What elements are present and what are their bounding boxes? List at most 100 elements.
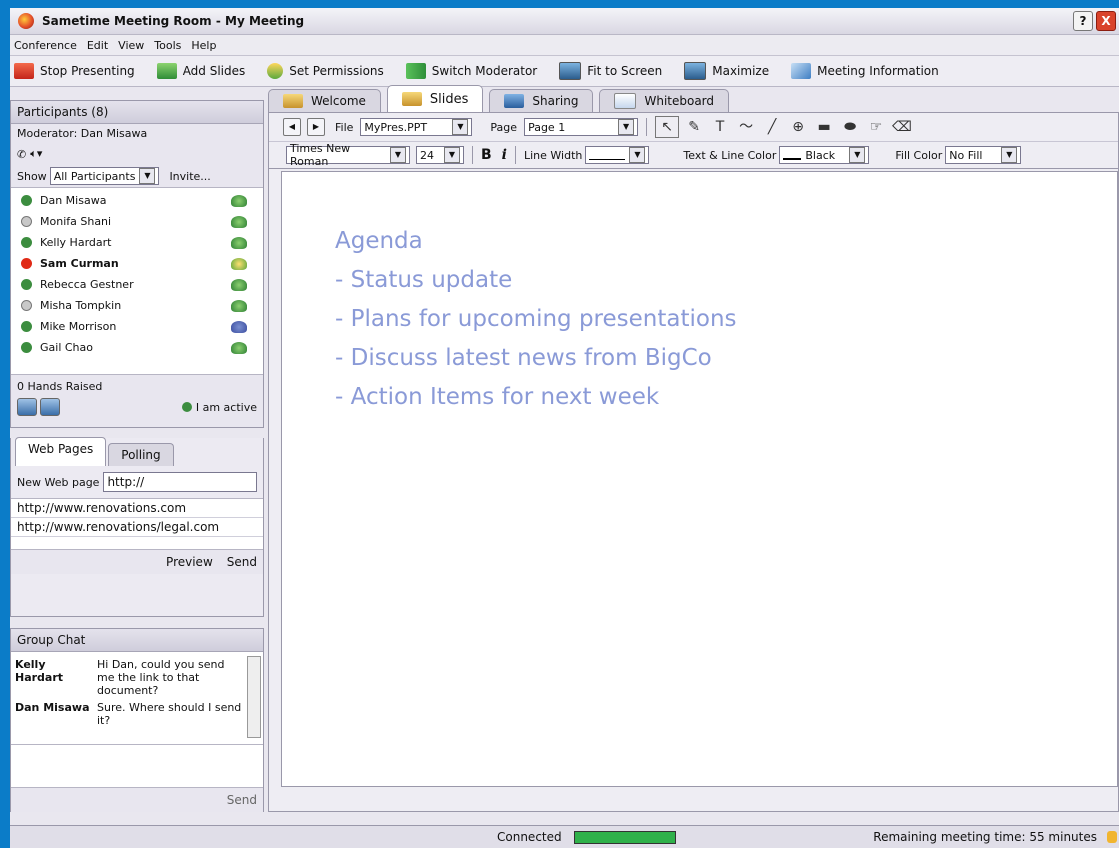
away-user-icon (21, 216, 32, 227)
dnd-user-icon (21, 258, 32, 269)
phone-icon[interactable]: ✆ (17, 148, 26, 161)
muted-phone-icon[interactable] (231, 320, 247, 333)
bold-button[interactable]: B (481, 147, 492, 163)
switch-moderator-button[interactable]: Switch Moderator (405, 63, 537, 79)
stop-presenting-button[interactable]: Stop Presenting (14, 63, 135, 79)
next-slide-icon[interactable]: ▶ (307, 118, 325, 136)
hand-pointer-icon[interactable]: ☞ (865, 117, 887, 137)
preview-button[interactable]: Preview (166, 555, 213, 569)
chat-input[interactable] (11, 744, 263, 787)
menu-view[interactable]: View (118, 39, 144, 52)
participant-row[interactable]: Mike Morrison (11, 316, 263, 337)
file-select[interactable]: MyPres.PPT ▼ (360, 118, 473, 136)
monitor-icon (559, 62, 582, 80)
participant-row[interactable]: Kelly Hardart (11, 232, 263, 253)
phone-status-icon[interactable] (231, 341, 247, 354)
participant-row[interactable]: Monifa Shani (11, 211, 263, 232)
set-permissions-button[interactable]: Set Permissions (267, 63, 384, 79)
menu-tools[interactable]: Tools (154, 39, 181, 52)
menu-help[interactable]: Help (191, 39, 216, 52)
fit-to-screen-button[interactable]: Fit to Screen (559, 62, 662, 80)
size-select[interactable]: 24 ▼ (416, 146, 464, 164)
tab-polling[interactable]: Polling (108, 443, 174, 466)
title-bar: Sametime Meeting Room - My Meeting ? X (10, 8, 1119, 35)
permissions-icon (267, 63, 284, 79)
whiteboard-icon (614, 93, 637, 109)
help-button[interactable]: ? (1073, 11, 1093, 31)
ellipse-tool-icon[interactable]: ⬬ (839, 117, 861, 137)
welcome-icon (283, 94, 303, 108)
tab-web-pages[interactable]: Web Pages (15, 437, 107, 466)
menu-bar: Conference Edit View Tools Help (10, 35, 1119, 56)
active-status-select[interactable]: I am active (196, 401, 257, 414)
new-web-page-label: New Web page (17, 475, 100, 489)
freehand-tool-icon[interactable]: 〜 (735, 117, 757, 137)
rectangle-tool-icon[interactable]: ▬ (813, 117, 835, 137)
phone-status-icon[interactable] (231, 278, 247, 291)
close-button[interactable]: X (1096, 11, 1116, 31)
slide-canvas[interactable]: Agenda - Status update - Plans for upcom… (281, 171, 1118, 787)
text-tool-icon[interactable]: T (709, 117, 731, 137)
chevron-down-icon: ▼ (444, 147, 460, 163)
web-tabs: Web Pages Polling (11, 437, 263, 466)
tab-welcome[interactable]: Welcome (268, 89, 381, 112)
phone-status-icon[interactable] (231, 215, 247, 228)
participant-row[interactable]: Dan Misawa (11, 190, 263, 211)
menu-conference[interactable]: Conference (14, 39, 77, 52)
pen-tool-icon[interactable]: ✎ (683, 117, 705, 137)
line-tool-icon[interactable]: ╱ (761, 117, 783, 137)
highlight-tool-icon[interactable]: ⊕ (787, 117, 809, 137)
speaker-icon[interactable]: 🔈︎▾ (30, 147, 42, 161)
slide-line: - Action Items for next week (335, 384, 660, 410)
line-width-select[interactable]: ▼ (585, 146, 650, 164)
lower-hand-icon[interactable] (40, 398, 60, 416)
chevron-down-icon: ▼ (849, 147, 866, 163)
chat-message: Dan Misawa Sure. Where should I send it? (15, 701, 242, 727)
text-color-select[interactable]: Black ▼ (779, 146, 870, 164)
show-label: Show (17, 169, 47, 183)
page-select[interactable]: Page 1 ▼ (524, 118, 639, 136)
away-user-icon (21, 300, 32, 311)
fill-color-label: Fill Color (895, 148, 943, 162)
fill-color-select[interactable]: No Fill ▼ (945, 146, 1022, 164)
tab-slides[interactable]: Slides (386, 85, 484, 112)
chat-scrollbar[interactable] (247, 656, 261, 738)
phone-status-icon[interactable] (231, 194, 247, 207)
phone-status-icon[interactable] (231, 299, 247, 312)
main-tabs: Welcome Slides Sharing Whiteboard (268, 85, 1119, 112)
tab-whiteboard[interactable]: Whiteboard (599, 89, 730, 112)
web-footer: Preview Send (11, 549, 263, 574)
chat-send-button[interactable]: Send (227, 793, 257, 807)
participant-row[interactable]: Misha Tompkin (11, 295, 263, 316)
meeting-information-button[interactable]: Meeting Information (791, 63, 939, 79)
font-select[interactable]: Times New Roman ▼ (286, 142, 410, 168)
menu-edit[interactable]: Edit (87, 39, 108, 52)
firefox-icon (18, 13, 34, 29)
chat-log: Kelly Hardart Hi Dan, could you send me t… (11, 652, 263, 744)
invite-link[interactable]: Invite... (169, 170, 210, 183)
maximize-button[interactable]: Maximize (684, 62, 769, 80)
participant-row[interactable]: Gail Chao (11, 337, 263, 358)
add-slides-button[interactable]: Add Slides (156, 63, 245, 79)
previous-slide-icon[interactable]: ◀ (283, 118, 301, 136)
chevron-down-icon: ▼ (452, 119, 469, 135)
speaking-icon[interactable] (231, 257, 247, 270)
add-slides-icon (156, 63, 177, 79)
participant-row[interactable]: Sam Curman (11, 253, 263, 274)
phone-status-icon[interactable] (231, 236, 247, 249)
italic-button[interactable]: i (502, 147, 507, 163)
show-select[interactable]: All Participants ▼ (49, 167, 160, 185)
file-label: File (335, 120, 354, 134)
participant-row[interactable]: Rebecca Gestner (11, 274, 263, 295)
tab-sharing[interactable]: Sharing (489, 89, 594, 112)
url-item[interactable]: http://www.renovations/legal.com (11, 518, 263, 537)
eraser-tool-icon[interactable]: ⌫ (891, 117, 913, 137)
show-filter-row: Show All Participants ▼ Invite... (11, 165, 263, 188)
raise-hand-icon[interactable] (17, 398, 37, 416)
lock-icon (1107, 831, 1117, 843)
pointer-tool-icon[interactable]: ↖ (655, 116, 680, 138)
send-url-button[interactable]: Send (227, 555, 257, 569)
url-input[interactable]: http:// (103, 472, 257, 492)
chat-footer: Send (11, 787, 263, 812)
url-item[interactable]: http://www.renovations.com (11, 499, 263, 518)
